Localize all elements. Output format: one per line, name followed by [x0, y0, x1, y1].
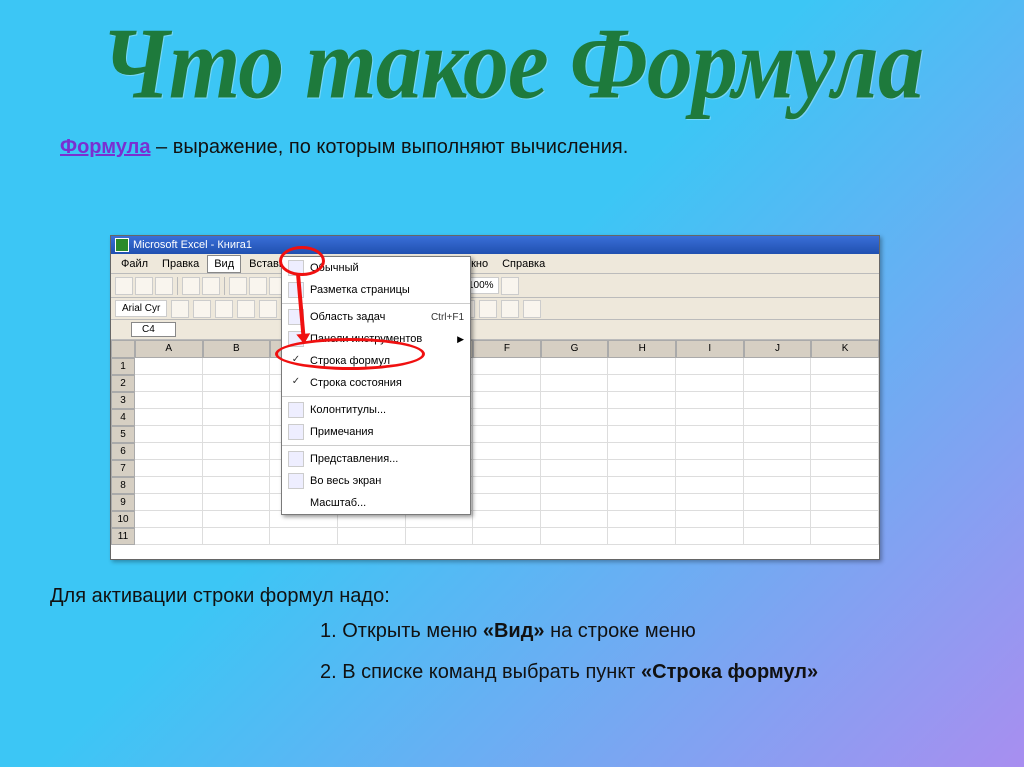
menu-help[interactable]: Справка [496, 256, 551, 272]
check-icon: ✓ [288, 353, 304, 369]
mi-task-pane[interactable]: Область задачCtrl+F1 [282, 306, 470, 328]
open-icon[interactable] [135, 277, 153, 295]
excel-screenshot: Microsoft Excel - Книга1 Файл Правка Вид… [110, 235, 880, 560]
align-left-icon[interactable] [237, 300, 255, 318]
titlebar: Microsoft Excel - Книга1 [111, 236, 879, 254]
spreadsheet-grid[interactable]: A B C D E F G H I J K 1 2 3 4 5 6 7 8 9 … [111, 340, 879, 559]
instruction-text: Для активации строки формул надо: [50, 585, 390, 608]
view-dropdown[interactable]: Обычный Разметка страницы Область задачC… [281, 256, 471, 515]
views-icon [288, 451, 304, 467]
cut-icon[interactable] [229, 277, 247, 295]
namebox-row: C4 [111, 320, 879, 340]
name-box[interactable]: C4 [131, 322, 176, 337]
underline-icon[interactable] [215, 300, 233, 318]
mi-views[interactable]: Представления... [282, 448, 470, 470]
help-icon[interactable] [501, 277, 519, 295]
menubar[interactable]: Файл Правка Вид Вставка Формат Сервис Да… [111, 254, 879, 274]
excel-icon [115, 238, 129, 252]
step-1: Открыть меню «Вид» на строке меню [320, 620, 960, 643]
fill-icon[interactable] [501, 300, 519, 318]
menu-edit[interactable]: Правка [156, 256, 205, 272]
menu-view[interactable]: Вид [207, 255, 241, 273]
definition-text: Формула – выражение, по которым выполняю… [60, 136, 1024, 159]
row-headers: 1 2 3 4 5 6 7 8 9 10 11 [111, 358, 135, 545]
check-icon: ✓ [288, 375, 304, 391]
preview-icon[interactable] [202, 277, 220, 295]
align-center-icon[interactable] [259, 300, 277, 318]
mi-headers-footers[interactable]: Колонтитулы... [282, 399, 470, 421]
font-color-icon[interactable] [523, 300, 541, 318]
italic-icon[interactable] [193, 300, 211, 318]
bold-icon[interactable] [171, 300, 189, 318]
comments-icon [288, 424, 304, 440]
copy-icon[interactable] [249, 277, 267, 295]
mi-normal[interactable]: Обычный [282, 257, 470, 279]
new-icon[interactable] [115, 277, 133, 295]
submenu-arrow-icon: ▶ [457, 334, 464, 345]
header-footer-icon [288, 402, 304, 418]
mi-formula-bar[interactable]: ✓Строка формул [282, 350, 470, 372]
menu-file[interactable]: Файл [115, 256, 154, 272]
fullscreen-icon [288, 473, 304, 489]
steps-list: Открыть меню «Вид» на строке меню В спис… [320, 620, 960, 702]
slide-title: Что такое Формула [0, 0, 1024, 122]
standard-toolbar: 100% [111, 274, 879, 298]
mi-status-bar[interactable]: ✓Строка состояния [282, 372, 470, 394]
font-combo[interactable]: Arial Cyr [115, 300, 167, 317]
column-headers: A B C D E F G H I J K [111, 340, 879, 358]
window-title: Microsoft Excel - Книга1 [133, 239, 252, 251]
mi-comments[interactable]: Примечания [282, 421, 470, 443]
format-toolbar: Arial Cyr [111, 298, 879, 320]
mi-zoom[interactable]: Масштаб... [282, 492, 470, 514]
print-icon[interactable] [182, 277, 200, 295]
mi-page-layout[interactable]: Разметка страницы [282, 279, 470, 301]
step-2: В списке команд выбрать пункт «Строка фо… [320, 661, 960, 684]
definition-term: Формула [60, 136, 150, 158]
save-icon[interactable] [155, 277, 173, 295]
borders-icon[interactable] [479, 300, 497, 318]
definition-body: – выражение, по которым выполняют вычисл… [150, 136, 628, 158]
mi-fullscreen[interactable]: Во весь экран [282, 470, 470, 492]
